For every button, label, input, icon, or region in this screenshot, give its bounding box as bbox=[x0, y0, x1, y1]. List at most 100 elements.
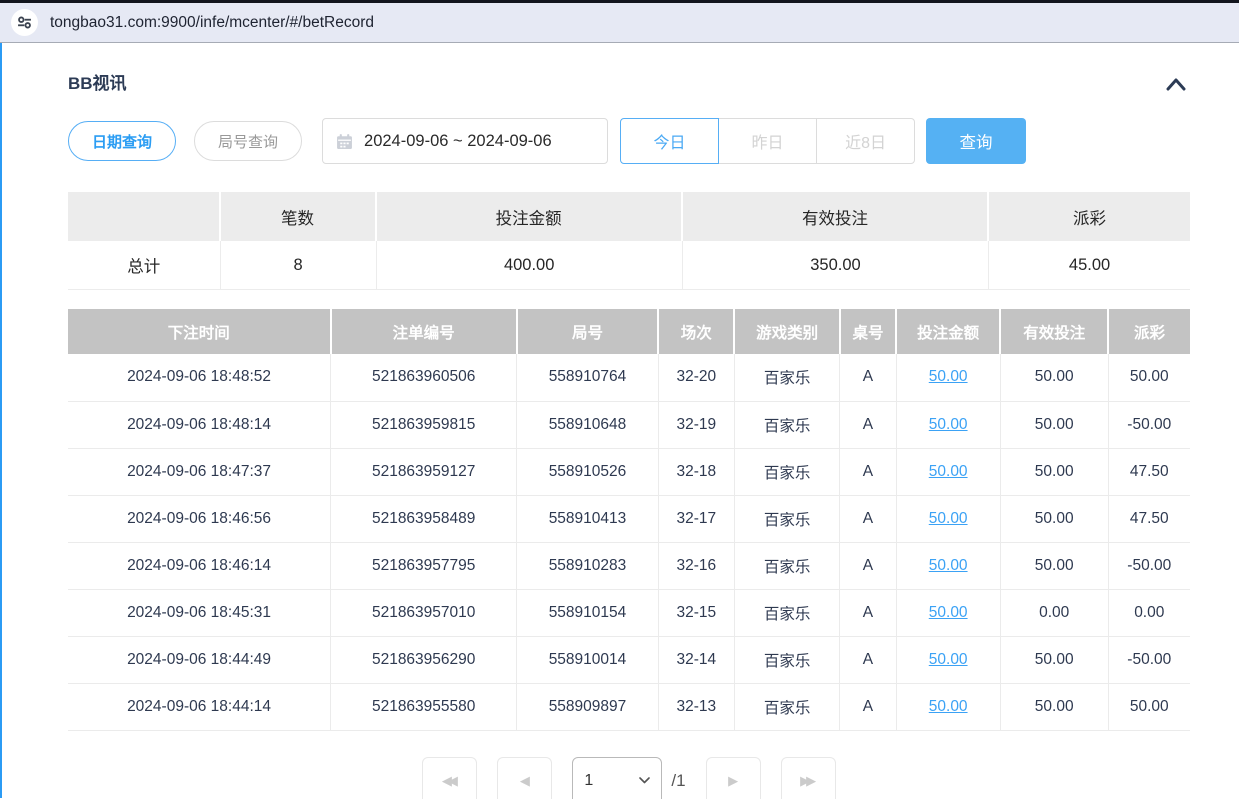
date-range-value: 2024-09-06 ~ 2024-09-06 bbox=[364, 132, 552, 151]
cell-table-no: A bbox=[840, 683, 896, 730]
bet-amount-link[interactable]: 50.00 bbox=[929, 416, 968, 433]
round-query-tab[interactable]: 局号查询 bbox=[194, 121, 302, 161]
table-row: 2024-09-06 18:44:49 521863956290 5589100… bbox=[68, 636, 1190, 683]
header-order-no: 注单编号 bbox=[331, 309, 517, 354]
cell-order-no: 521863959127 bbox=[331, 448, 517, 495]
bet-record-table: 下注时间 注单编号 局号 场次 游戏类别 桌号 投注金额 有效投注 派彩 202… bbox=[68, 309, 1190, 731]
cell-bet-amount: 50.00 bbox=[896, 589, 1000, 636]
bet-amount-link[interactable]: 50.00 bbox=[929, 368, 968, 385]
summary-header-payout: 派彩 bbox=[989, 192, 1190, 241]
cell-bet-amount: 50.00 bbox=[896, 683, 1000, 730]
summary-payout-value: 45.00 bbox=[989, 241, 1190, 289]
cell-order-no: 521863958489 bbox=[331, 495, 517, 542]
filter-row: 日期查询 局号查询 2024-09-06 ~ 2024-09-06 今日 昨日 … bbox=[68, 118, 1190, 164]
cell-bet-time: 2024-09-06 18:48:14 bbox=[68, 401, 331, 448]
quick-yesterday-button[interactable]: 昨日 bbox=[718, 118, 817, 164]
cell-game-type: 百家乐 bbox=[734, 448, 839, 495]
cell-round-no: 558910283 bbox=[517, 542, 658, 589]
cell-table-no: A bbox=[840, 401, 896, 448]
panel-header: BB视讯 bbox=[68, 43, 1190, 97]
table-row: 2024-09-06 18:48:52 521863960506 5589107… bbox=[68, 354, 1190, 401]
cell-table-no: A bbox=[840, 354, 896, 401]
bet-amount-link[interactable]: 50.00 bbox=[929, 510, 968, 527]
cell-bet-amount: 50.00 bbox=[896, 636, 1000, 683]
cell-session: 32-18 bbox=[658, 448, 734, 495]
page-select[interactable]: 1 bbox=[572, 757, 662, 799]
header-session: 场次 bbox=[658, 309, 734, 354]
bet-amount-link[interactable]: 50.00 bbox=[929, 698, 968, 715]
header-valid-bet: 有效投注 bbox=[1000, 309, 1108, 354]
cell-bet-time: 2024-09-06 18:45:31 bbox=[68, 589, 331, 636]
prev-page-button[interactable]: ◀ bbox=[497, 757, 552, 799]
header-round-no: 局号 bbox=[517, 309, 658, 354]
page-title: BB视讯 bbox=[68, 71, 127, 97]
summary-valid-bet-value: 350.00 bbox=[683, 241, 989, 289]
summary-header-row: 笔数 投注金额 有效投注 派彩 bbox=[68, 192, 1190, 241]
url-text: tongbao31.com:9900/infe/mcenter/#/betRec… bbox=[50, 14, 374, 32]
cell-payout: 47.50 bbox=[1108, 495, 1190, 542]
chevron-up-icon bbox=[1164, 77, 1188, 91]
cell-valid-bet: 50.00 bbox=[1000, 542, 1108, 589]
cell-valid-bet: 50.00 bbox=[1000, 354, 1108, 401]
cell-payout: 47.50 bbox=[1108, 448, 1190, 495]
cell-order-no: 521863957010 bbox=[331, 589, 517, 636]
search-button[interactable]: 查询 bbox=[926, 118, 1026, 164]
cell-bet-amount: 50.00 bbox=[896, 448, 1000, 495]
cell-round-no: 558910648 bbox=[517, 401, 658, 448]
summary-table: 笔数 投注金额 有效投注 派彩 总计 8 400.00 350.00 45.00 bbox=[68, 192, 1190, 290]
cell-bet-amount: 50.00 bbox=[896, 495, 1000, 542]
cell-table-no: A bbox=[840, 448, 896, 495]
cell-round-no: 558909897 bbox=[517, 683, 658, 730]
cell-round-no: 558910014 bbox=[517, 636, 658, 683]
cell-table-no: A bbox=[840, 495, 896, 542]
cell-round-no: 558910413 bbox=[517, 495, 658, 542]
cell-order-no: 521863957795 bbox=[331, 542, 517, 589]
cell-round-no: 558910526 bbox=[517, 448, 658, 495]
cell-bet-time: 2024-09-06 18:44:49 bbox=[68, 636, 331, 683]
cell-bet-time: 2024-09-06 18:47:37 bbox=[68, 448, 331, 495]
cell-valid-bet: 50.00 bbox=[1000, 683, 1108, 730]
table-row: 2024-09-06 18:47:37 521863959127 5589105… bbox=[68, 448, 1190, 495]
summary-header-bet-amount: 投注金额 bbox=[377, 192, 683, 241]
browser-url-bar[interactable]: tongbao31.com:9900/infe/mcenter/#/betRec… bbox=[0, 3, 1239, 43]
date-query-tab[interactable]: 日期查询 bbox=[68, 121, 176, 161]
cell-game-type: 百家乐 bbox=[734, 683, 839, 730]
last-page-button[interactable]: ▶▶ bbox=[781, 757, 836, 799]
cell-session: 32-20 bbox=[658, 354, 734, 401]
next-page-icon: ▶ bbox=[728, 773, 738, 789]
cell-payout: 50.00 bbox=[1108, 354, 1190, 401]
cell-game-type: 百家乐 bbox=[734, 401, 839, 448]
cell-game-type: 百家乐 bbox=[734, 542, 839, 589]
site-settings-button[interactable] bbox=[11, 9, 38, 36]
table-row: 2024-09-06 18:46:14 521863957795 5589102… bbox=[68, 542, 1190, 589]
collapse-panel-button[interactable] bbox=[1162, 75, 1190, 93]
next-page-button[interactable]: ▶ bbox=[706, 757, 761, 799]
bet-amount-link[interactable]: 50.00 bbox=[929, 463, 968, 480]
calendar-icon bbox=[336, 133, 353, 150]
cell-game-type: 百家乐 bbox=[734, 495, 839, 542]
table-row: 2024-09-06 18:46:56 521863958489 5589104… bbox=[68, 495, 1190, 542]
date-range-input[interactable]: 2024-09-06 ~ 2024-09-06 bbox=[322, 118, 608, 164]
cell-bet-time: 2024-09-06 18:46:56 bbox=[68, 495, 331, 542]
prev-page-icon: ◀ bbox=[520, 773, 530, 789]
cell-session: 32-19 bbox=[658, 401, 734, 448]
cell-order-no: 521863959815 bbox=[331, 401, 517, 448]
first-page-icon: ◀◀ bbox=[442, 773, 458, 789]
header-bet-time: 下注时间 bbox=[68, 309, 331, 354]
summary-header-empty bbox=[68, 192, 221, 241]
first-page-button[interactable]: ◀◀ bbox=[422, 757, 477, 799]
header-payout: 派彩 bbox=[1108, 309, 1190, 354]
bet-amount-link[interactable]: 50.00 bbox=[929, 557, 968, 574]
cell-table-no: A bbox=[840, 589, 896, 636]
bet-amount-link[interactable]: 50.00 bbox=[929, 651, 968, 668]
cell-round-no: 558910764 bbox=[517, 354, 658, 401]
cell-valid-bet: 50.00 bbox=[1000, 495, 1108, 542]
quick-today-button[interactable]: 今日 bbox=[620, 118, 719, 164]
cell-table-no: A bbox=[840, 636, 896, 683]
bet-amount-link[interactable]: 50.00 bbox=[929, 604, 968, 621]
quick-last8days-button[interactable]: 近8日 bbox=[816, 118, 915, 164]
page-select-value: 1 bbox=[584, 772, 593, 790]
bet-table-header-row: 下注时间 注单编号 局号 场次 游戏类别 桌号 投注金额 有效投注 派彩 bbox=[68, 309, 1190, 354]
cell-bet-amount: 50.00 bbox=[896, 401, 1000, 448]
cell-valid-bet: 50.00 bbox=[1000, 636, 1108, 683]
